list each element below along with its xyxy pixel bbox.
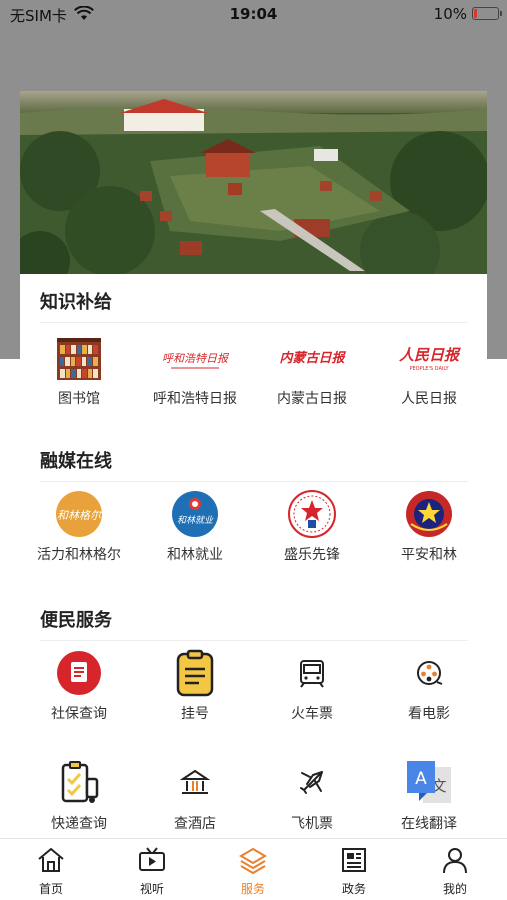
social-security-icon: [55, 649, 103, 697]
train-icon: [288, 649, 336, 697]
service-flight-ticket[interactable]: 飞机票: [253, 759, 371, 839]
library-icon: [55, 334, 103, 382]
service-label: 和林就业: [167, 547, 223, 563]
police-badge-icon: [405, 490, 453, 538]
svg-text:PEOPLE'S DAILY: PEOPLE'S DAILY: [409, 366, 449, 372]
tab-label: 视听: [139, 882, 164, 896]
service-label: 活力和林格尔: [37, 547, 121, 563]
service-label: 在线翻译: [401, 816, 457, 832]
battery-percent: 10%: [433, 5, 467, 23]
tab-mine[interactable]: 我的: [405, 839, 505, 900]
home-icon: [37, 846, 65, 874]
inner-mongolia-daily-logo: 内蒙古日报: [274, 334, 350, 382]
service-train-ticket[interactable]: 火车票: [253, 649, 371, 729]
svg-text:人民日报: 人民日报: [399, 346, 461, 364]
tab-services[interactable]: 服务: [203, 839, 303, 900]
layers-icon: [239, 846, 267, 875]
service-label: 火车票: [291, 706, 333, 722]
section-title-convenience: 便民服务: [40, 610, 112, 631]
divider: [40, 481, 468, 482]
service-label: 内蒙古日报: [277, 391, 347, 407]
tab-home[interactable]: 首页: [1, 839, 101, 900]
horinger-logo: 和林格尔: [55, 490, 103, 538]
divider: [40, 322, 468, 323]
service-movie[interactable]: 看电影: [370, 649, 488, 729]
service-social-security[interactable]: 社保查询: [20, 649, 138, 729]
clock: 19:04: [229, 5, 278, 23]
section-title-media: 融媒在线: [40, 451, 112, 472]
service-peoples-daily[interactable]: 人民日报 PEOPLE'S DAILY 人民日报: [370, 334, 488, 414]
service-label: 图书馆: [58, 391, 100, 407]
airplane-icon: [288, 759, 336, 807]
aerial-photo-banner[interactable]: [20, 91, 487, 274]
service-express-query[interactable]: 快递查询: [20, 759, 138, 839]
tv-icon: [138, 846, 166, 874]
tab-government[interactable]: 政务: [304, 839, 404, 900]
service-label: 挂号: [181, 706, 209, 722]
tab-audio-video[interactable]: 视听: [102, 839, 202, 900]
service-hohhot-daily[interactable]: 呼和浩特日报 呼和浩特日报: [136, 334, 254, 414]
divider: [40, 640, 468, 641]
section-title-knowledge: 知识补给: [40, 292, 112, 313]
tab-label: 政务: [341, 882, 366, 896]
service-label: 盛乐先锋: [284, 547, 340, 563]
service-safe-helin[interactable]: 平安和林: [370, 490, 488, 570]
film-reel-icon: [405, 649, 453, 697]
person-icon: [441, 846, 469, 874]
service-label: 人民日报: [401, 391, 457, 407]
service-label: 飞机票: [291, 816, 333, 832]
status-bar: 无SIM卡 19:04 10%: [0, 0, 507, 28]
service-label: 平安和林: [401, 547, 457, 563]
service-library[interactable]: 图书馆: [20, 334, 138, 414]
translate-icon: 文 A: [405, 759, 453, 807]
tab-label: 我的: [442, 882, 467, 896]
tab-label: 首页: [38, 882, 63, 896]
shengle-pioneer-logo: [288, 490, 336, 538]
service-helin-employment[interactable]: 和林就业 和林就业: [136, 490, 254, 570]
popup-card[interactable]: [20, 91, 487, 359]
service-shengle-pioneer[interactable]: 盛乐先锋: [253, 490, 371, 570]
delivery-icon: [55, 759, 103, 807]
service-label: 社保查询: [51, 706, 107, 722]
peoples-daily-logo: 人民日报 PEOPLE'S DAILY: [391, 334, 467, 382]
service-horinger[interactable]: 和林格尔 活力和林格尔: [20, 490, 138, 570]
bottom-tab-bar: 首页 视听 服务 政务 我的: [0, 838, 507, 900]
service-online-translate[interactable]: 文 A 在线翻译: [370, 759, 488, 839]
tab-label: 服务: [240, 882, 265, 896]
clipboard-icon: [171, 649, 219, 697]
svg-text:和林格尔: 和林格尔: [57, 509, 103, 522]
service-label: 呼和浩特日报: [153, 391, 237, 407]
svg-text:A: A: [415, 769, 427, 789]
battery-icon: [472, 7, 502, 20]
helin-employment-logo: 和林就业: [171, 490, 219, 538]
svg-text:内蒙古日报: 内蒙古日报: [279, 350, 346, 366]
service-hotel[interactable]: 查酒店: [136, 759, 254, 839]
service-register[interactable]: 挂号: [136, 649, 254, 729]
service-label: 看电影: [408, 706, 450, 722]
svg-text:呼和浩特日报: 呼和浩特日报: [162, 352, 230, 365]
service-label: 快递查询: [51, 816, 107, 832]
svg-text:和林就业: 和林就业: [177, 515, 214, 526]
service-label: 查酒店: [174, 816, 216, 832]
hohhot-daily-logo: 呼和浩特日报: [157, 334, 233, 382]
service-inner-mongolia-daily[interactable]: 内蒙古日报 内蒙古日报: [253, 334, 371, 414]
newspaper-icon: [340, 846, 368, 874]
hotel-icon: [171, 759, 219, 807]
